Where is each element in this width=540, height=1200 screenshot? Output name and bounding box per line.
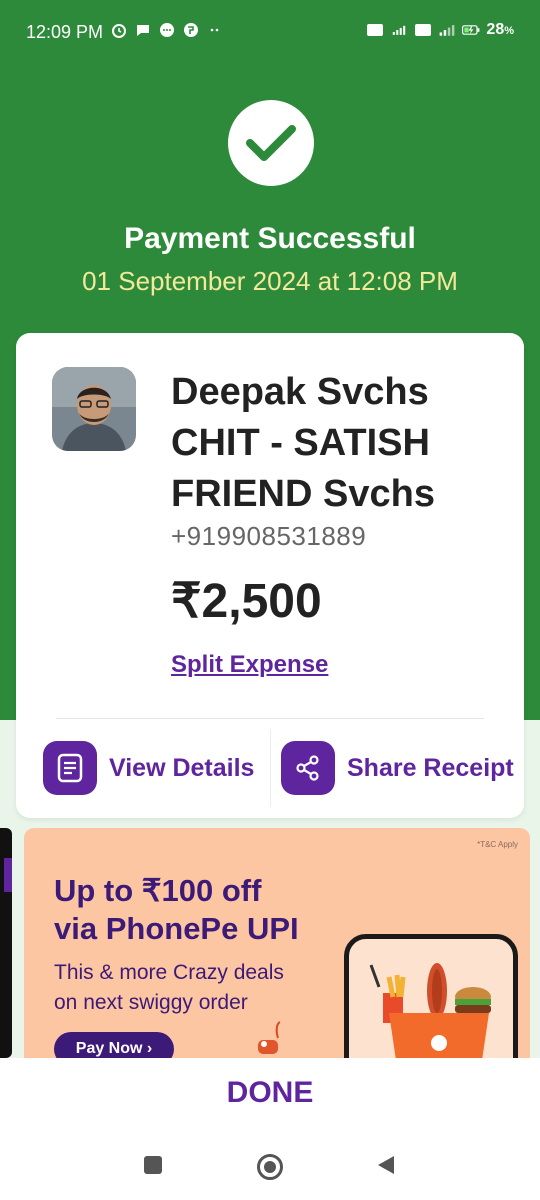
back-triangle-icon [378, 1156, 394, 1174]
banner-headline: Up to ₹100 off via PhonePe UPI [54, 873, 299, 946]
payment-status-title: Payment Successful [124, 222, 416, 255]
alarm-icon [110, 21, 128, 39]
scooter-illustration-icon [258, 1021, 281, 1054]
status-bar: 12:09 PM 28% [0, 0, 540, 66]
phone-illustration [344, 934, 518, 1058]
terms-label: *T&C Apply [477, 840, 518, 849]
payee-name: Deepak Svchs CHIT - SATISH FRIEND Svchs [171, 371, 435, 515]
volte-icon [366, 21, 384, 39]
signal-icon [438, 21, 456, 39]
offer-banner[interactable]: *T&C Apply Up to ₹100 off via PhonePe UP… [24, 828, 530, 1058]
offer-carousel[interactable]: *T&C Apply Up to ₹100 off via PhonePe UP… [0, 828, 540, 1058]
home-button[interactable] [256, 1153, 284, 1186]
banner-subtitle: This & more Crazy deals on next swiggy o… [54, 961, 284, 1014]
actions-divider [270, 729, 271, 807]
message-icon [158, 21, 176, 39]
volte-icon-2 [414, 21, 432, 39]
share-receipt-button[interactable]: Share Receipt [281, 741, 524, 795]
payment-card: Deepak Svchs CHIT - SATISH FRIEND Svchs … [16, 333, 524, 818]
payment-date: 01 September 2024 at 12:08 PM [82, 266, 458, 296]
chat-icon [134, 21, 152, 39]
share-icon [281, 741, 335, 795]
more-notifications-icon [206, 21, 224, 39]
checkmark-icon [246, 125, 296, 161]
success-badge [228, 100, 314, 186]
share-receipt-label: Share Receipt [347, 753, 514, 782]
battery-percent: 28% [486, 21, 514, 38]
status-time: 12:09 PM [26, 22, 104, 42]
recents-button[interactable] [142, 1154, 164, 1181]
battery-charging-icon [462, 21, 480, 39]
swiggy-food-bag-icon [369, 963, 491, 1058]
signal-4g-icon [390, 21, 408, 39]
back-button[interactable] [375, 1154, 397, 1181]
document-icon [43, 741, 97, 795]
notification-icons [110, 21, 224, 39]
home-circle-icon [257, 1154, 283, 1180]
square-icon [144, 1156, 162, 1174]
split-expense-link[interactable]: Split Expense [171, 651, 328, 679]
view-details-label: View Details [109, 753, 255, 782]
pay-now-button[interactable]: Pay Now › [54, 1032, 174, 1058]
payee-phone: +919908531889 [171, 521, 367, 551]
card-divider [56, 718, 484, 719]
bottom-bar: DONE [0, 1058, 540, 1200]
previous-banner-peek[interactable] [0, 828, 12, 1058]
payment-amount: ₹2,500 [171, 575, 322, 628]
done-button[interactable]: DONE [0, 1076, 540, 1110]
system-icons: 28% [366, 21, 514, 39]
avatar [52, 367, 136, 451]
view-details-button[interactable]: View Details [43, 741, 254, 795]
phonepe-notification-icon [182, 21, 200, 39]
